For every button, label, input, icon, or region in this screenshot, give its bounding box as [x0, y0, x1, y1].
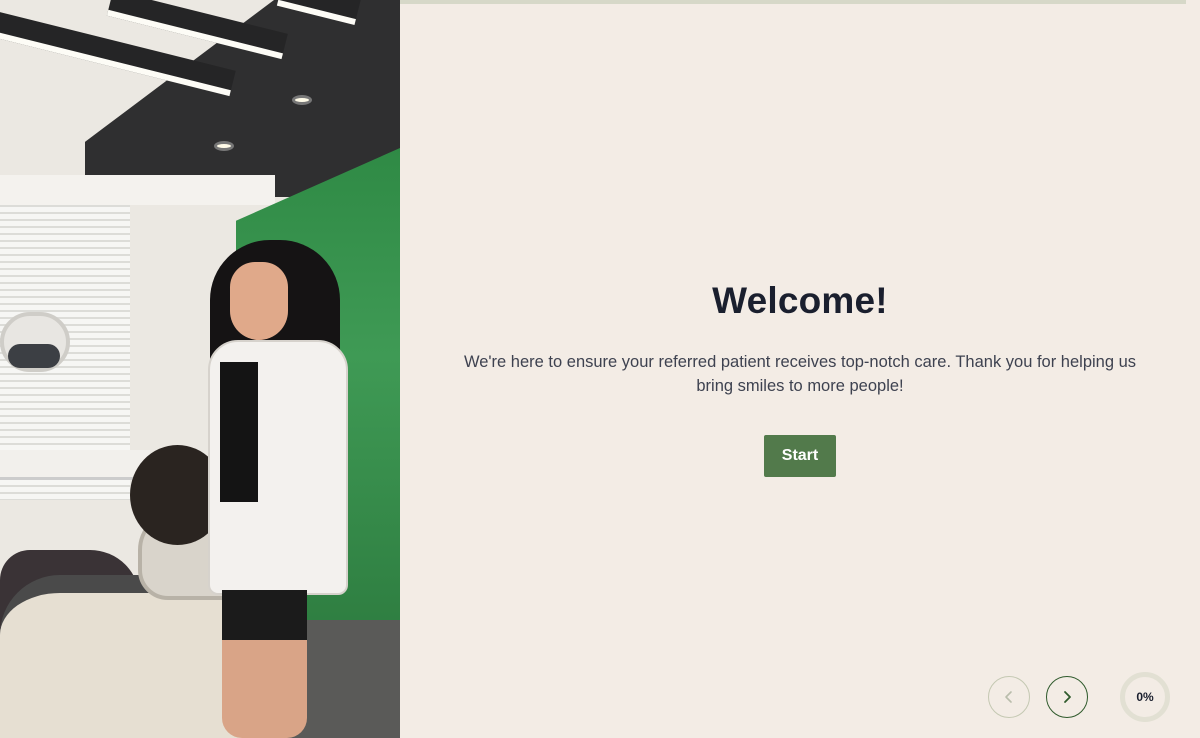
progress-percent: 0% [1136, 690, 1154, 704]
previous-button[interactable] [988, 676, 1030, 718]
page-title: Welcome! [712, 280, 888, 321]
chevron-left-icon [1005, 691, 1012, 703]
start-button[interactable]: Start [764, 435, 836, 477]
progress-indicator: 0% [1120, 672, 1170, 722]
referral-welcome-page: Welcome! We're here to ensure your refer… [0, 0, 1200, 738]
next-button[interactable] [1046, 676, 1088, 718]
welcome-message: We're here to ensure your referred patie… [463, 353, 1137, 395]
chevron-right-icon [1064, 691, 1071, 703]
hero-photo [0, 0, 400, 738]
welcome-panel: Welcome! We're here to ensure your refer… [400, 0, 1200, 738]
